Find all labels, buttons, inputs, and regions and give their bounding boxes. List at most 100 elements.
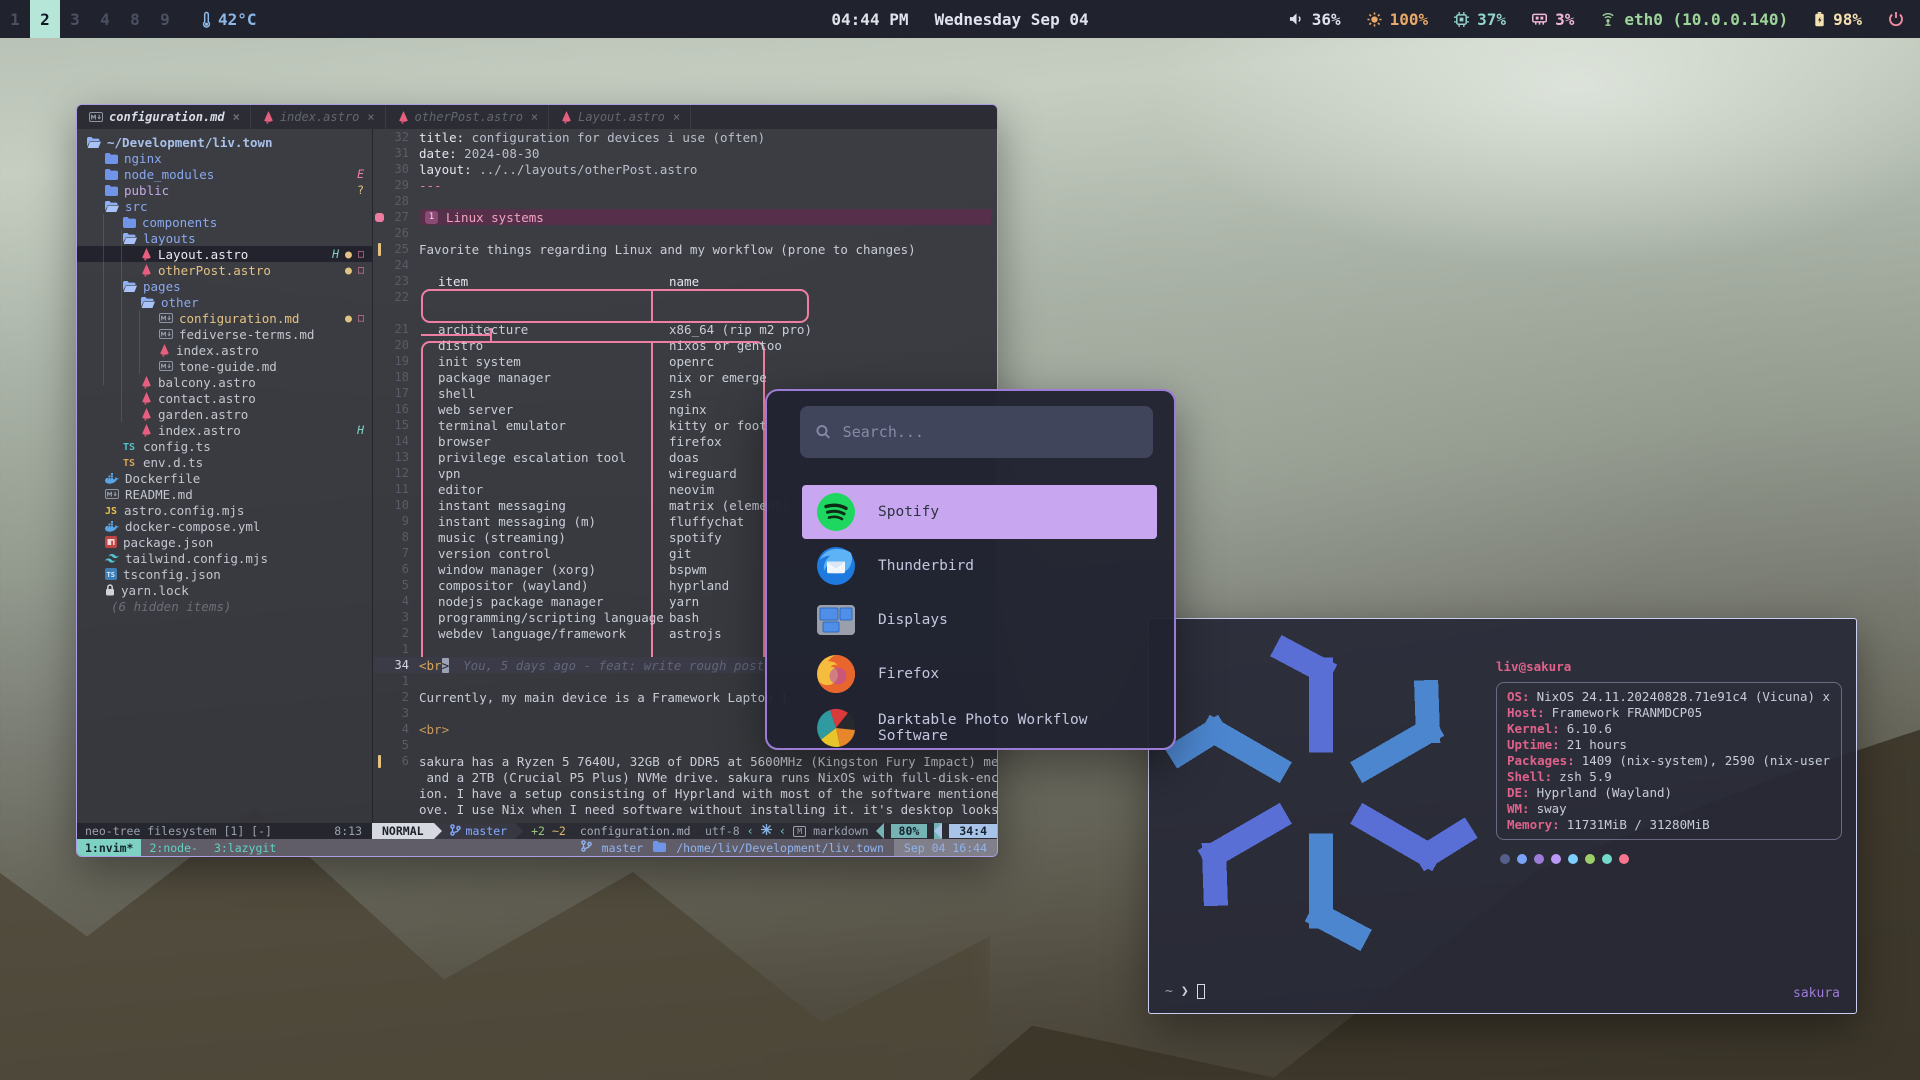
workspace-button[interactable]: 4 — [90, 0, 120, 38]
svg-text:TS: TS — [123, 458, 135, 467]
text: instant messaging (m) — [438, 514, 596, 529]
editor-tab[interactable]: otherPost.astro× — [386, 105, 550, 129]
tree-row[interactable]: public? — [77, 182, 372, 198]
line-number: 18 — [385, 370, 419, 384]
palette-dot — [1619, 854, 1629, 864]
text: nginx — [669, 402, 707, 417]
launcher-app-row[interactable]: Spotify — [802, 485, 1157, 539]
tree-row[interactable]: TSconfig.ts — [77, 438, 372, 454]
shell-prompt[interactable]: ~ ❯ — [1165, 984, 1205, 999]
host-badge: sakura — [1793, 986, 1840, 1001]
system-tray: 36% 100% 37% 3% eth0 (10.0.0.140) 98% — [1289, 10, 1920, 29]
tree-mark: ? — [357, 183, 364, 197]
git-blame-text: You, 5 days ago - feat: write rough post… — [463, 658, 787, 673]
fetch-info-value: zsh 5.9 — [1559, 769, 1612, 785]
tree-row[interactable]: TSenv.d.ts — [77, 454, 372, 470]
workspace-button[interactable]: 8 — [120, 0, 150, 38]
editor-tab[interactable]: Layout.astro× — [549, 105, 691, 129]
diff-modified: ~2 — [552, 824, 566, 838]
fetch-info-label: Shell: — [1507, 769, 1552, 785]
volume-icon — [1289, 12, 1304, 26]
tray-item-volume[interactable]: 36% — [1289, 10, 1341, 29]
palette-dot — [1517, 854, 1527, 864]
text: ../../layouts/otherPost.astro — [472, 162, 698, 177]
tree-row[interactable]: TStsconfig.json — [77, 566, 372, 582]
tray-value: 36% — [1312, 10, 1341, 29]
tree-row[interactable]: src — [77, 198, 372, 214]
workspace-button[interactable]: 3 — [60, 0, 90, 38]
fetch-info-value: Framework FRANMDCP05 — [1552, 705, 1703, 721]
tree-row[interactable]: Dockerfile — [77, 470, 372, 486]
workspace-button[interactable]: 1 — [0, 0, 30, 38]
tree-row[interactable]: tailwind.config.mjs — [77, 550, 372, 566]
line-number: 2 — [385, 626, 419, 640]
tree-row[interactable]: nginx — [77, 150, 372, 166]
palette-dot — [1585, 854, 1595, 864]
tray-item-network[interactable]: eth0 (10.0.0.140) — [1600, 10, 1788, 29]
statusline-neotree-segment: neo-tree filesystem [1] [-] 8:13 — [77, 823, 372, 839]
launcher-app-row[interactable]: Thunderbird — [802, 539, 1157, 593]
editor-tabline: configuration.md×index.astro×otherPost.a… — [77, 105, 997, 129]
fetch-info-value: 6.10.6 — [1567, 721, 1612, 737]
tree-item-label: config.ts — [143, 439, 211, 454]
tree-row[interactable]: components — [77, 214, 372, 230]
tray-item-brightness[interactable]: 100% — [1367, 10, 1429, 29]
fetch-info-row: Memory:11731MiB / 31280MiB — [1507, 817, 1831, 833]
ts-badge-icon: TS — [105, 568, 117, 580]
clock-time: 04:44 PM — [831, 10, 908, 29]
line-number: 1 — [385, 674, 419, 688]
tray-item-cpu[interactable]: 37% — [1454, 10, 1506, 29]
text: doas — [669, 450, 699, 465]
text: programming/scripting language — [438, 610, 664, 625]
search-input[interactable] — [843, 423, 1137, 441]
launcher-search[interactable] — [800, 406, 1153, 458]
clock-date: Wednesday Sep 04 — [934, 10, 1088, 29]
text: window manager (xorg) — [438, 562, 596, 577]
launcher-app-row[interactable]: Firefox — [802, 647, 1157, 701]
launcher-app-row[interactable]: Displays — [802, 593, 1157, 647]
tree-row[interactable]: index.astroH — [77, 422, 372, 438]
tree-row[interactable]: ~/Development/liv.town — [77, 134, 372, 150]
launcher-app-row[interactable]: Darktable Photo Workflow Software — [802, 701, 1157, 750]
workspace-button[interactable]: 9 — [150, 0, 180, 38]
tray-item-memory[interactable]: 3% — [1532, 10, 1574, 29]
app-label: Firefox — [878, 666, 939, 682]
tree-item-label: package.json — [123, 535, 213, 550]
md-icon — [159, 329, 173, 339]
tree-row[interactable]: node_modulesE — [77, 166, 372, 182]
workspace-button[interactable]: 2 — [30, 0, 60, 38]
tmux-window[interactable]: 2:node- — [141, 839, 205, 856]
tmux-window[interactable]: 1:nvim* — [77, 839, 141, 856]
tree-row[interactable]: JSastro.config.mjs — [77, 502, 372, 518]
fetch-info-label: Host: — [1507, 705, 1545, 721]
text: distro — [438, 338, 483, 353]
line-number: 3 — [385, 706, 419, 720]
tree-row[interactable]: docker-compose.yml — [77, 518, 372, 534]
tree-row[interactable]: yarn.lock — [77, 582, 372, 598]
tree-item-label: ~/Development/liv.town — [107, 135, 273, 150]
tree-row[interactable]: package.json — [77, 534, 372, 550]
tree-item-label: contact.astro — [158, 391, 256, 406]
folder-open-icon — [123, 281, 137, 292]
power-button[interactable] — [1888, 11, 1904, 27]
neotree-file-explorer[interactable]: ~/Development/liv.townnginxnode_modulesE… — [77, 129, 372, 823]
editor-tab[interactable]: index.astro× — [251, 105, 386, 129]
tree-mark: □ — [358, 249, 364, 260]
prompt-path: ~ — [1165, 984, 1173, 999]
folder-open-icon — [123, 233, 137, 244]
network-icon — [1600, 12, 1616, 26]
tree-row[interactable]: README.md — [77, 486, 372, 502]
app-label: Darktable Photo Workflow Software — [878, 712, 1143, 744]
line-number: 34 — [385, 658, 419, 672]
line-number: 19 — [385, 354, 419, 368]
tree-row[interactable]: (6 hidden items) — [77, 598, 372, 614]
text: name — [669, 274, 699, 289]
terminal-cursor — [1197, 984, 1205, 999]
text: web server — [438, 402, 513, 417]
editor-tab[interactable]: configuration.md× — [77, 105, 251, 129]
tmux-window[interactable]: 3:lazygit — [206, 839, 284, 856]
temperature-value: 42°C — [218, 10, 257, 29]
tray-item-battery[interactable]: 98% — [1814, 10, 1862, 29]
text: x86_64 (rip m2 pro) — [669, 322, 812, 337]
line-number: 27 — [385, 210, 419, 224]
